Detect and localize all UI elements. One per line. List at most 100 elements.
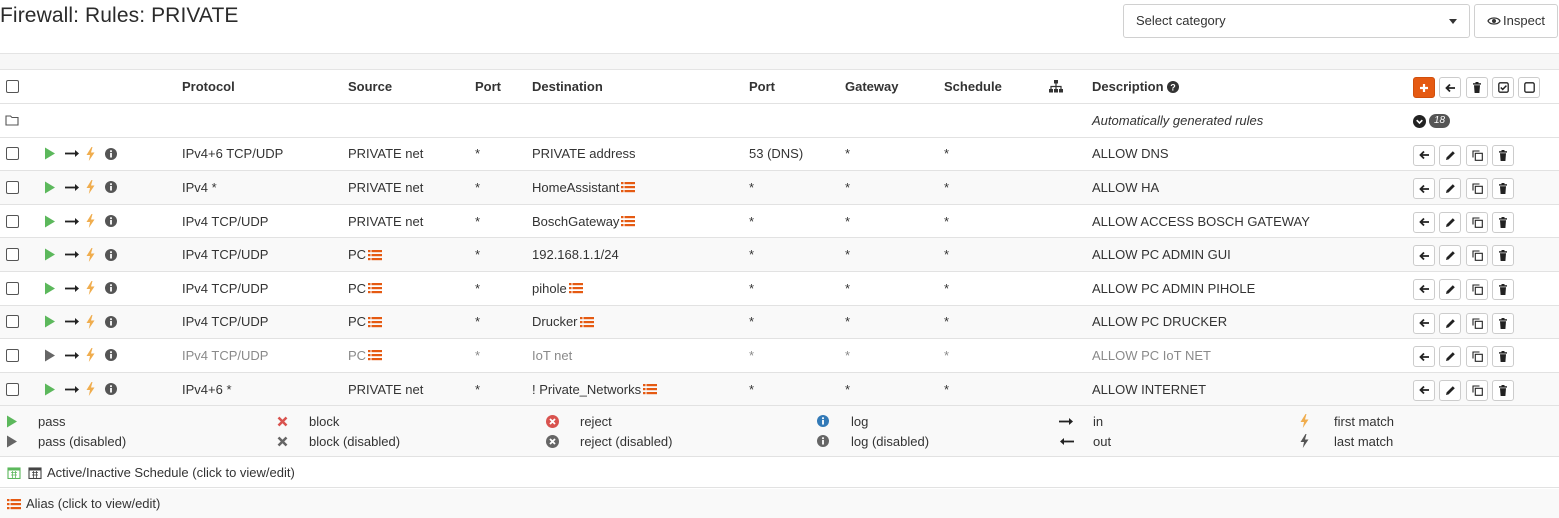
delete-rule-button[interactable] — [1492, 379, 1514, 401]
rule-source[interactable]: PC — [348, 247, 366, 262]
row-checkbox[interactable] — [6, 281, 19, 295]
header-source-port[interactable]: Port — [475, 70, 501, 103]
info-icon[interactable] — [105, 315, 117, 328]
table-row[interactable]: IPv4+6 TCP/UDP PRIVATE net * PRIVATE addres… — [0, 138, 1559, 172]
rule-destination[interactable]: ! Private_Networks — [532, 382, 641, 397]
move-before-button[interactable] — [1413, 312, 1435, 334]
rule-source[interactable]: PC — [348, 281, 366, 296]
edit-rule-button[interactable] — [1439, 346, 1461, 368]
disable-selected-button[interactable] — [1518, 77, 1540, 98]
edit-rule-button[interactable] — [1439, 245, 1461, 267]
header-protocol[interactable]: Protocol — [182, 70, 235, 103]
delete-rule-button[interactable] — [1492, 178, 1514, 200]
play-icon[interactable] — [44, 147, 56, 160]
auto-rules-group-row[interactable]: Automatically generated rules 18 — [0, 104, 1559, 138]
alias-list-icon[interactable] — [621, 215, 636, 227]
alias-list-icon[interactable] — [621, 181, 636, 193]
clone-rule-button[interactable] — [1466, 379, 1488, 401]
rule-destination[interactable]: Drucker — [532, 314, 578, 329]
enable-selected-button[interactable] — [1492, 77, 1514, 98]
header-dest-port[interactable]: Port — [749, 70, 775, 103]
edit-rule-button[interactable] — [1439, 144, 1461, 166]
delete-rule-button[interactable] — [1492, 278, 1514, 300]
table-row[interactable]: IPv4 TCP/UDP PC * pihole * * * ALLOW PC ADMIN P… — [0, 272, 1559, 306]
rule-destination[interactable]: BoschGateway — [532, 214, 619, 229]
info-icon[interactable] — [105, 383, 117, 396]
play-icon[interactable] — [44, 248, 56, 261]
clone-rule-button[interactable] — [1466, 144, 1488, 166]
table-row[interactable]: IPv4 TCP/UDP PC * Drucker * * * ALLOW PC DRUCKE… — [0, 305, 1559, 340]
clone-rule-button[interactable] — [1466, 211, 1488, 233]
move-before-button[interactable] — [1413, 346, 1435, 368]
question-icon[interactable]: ? — [1166, 80, 1179, 93]
table-row[interactable]: IPv4 * PRIVATE net * HomeAssistant * * * ALLOW … — [0, 171, 1559, 205]
inspect-button[interactable]: Inspect — [1474, 4, 1558, 38]
header-source[interactable]: Source — [348, 70, 392, 103]
move-before-button[interactable] — [1413, 211, 1435, 233]
clone-rule-button[interactable] — [1466, 312, 1488, 334]
delete-rule-button[interactable] — [1492, 144, 1514, 166]
rule-destination[interactable]: pihole — [532, 281, 567, 296]
header-description[interactable]: Description — [1092, 79, 1164, 94]
move-before-button[interactable] — [1413, 144, 1435, 166]
alias-list-icon[interactable] — [368, 282, 383, 294]
clone-rule-button[interactable] — [1466, 245, 1488, 267]
move-selected-button[interactable] — [1439, 77, 1461, 98]
row-checkbox[interactable] — [6, 180, 19, 194]
row-checkbox[interactable] — [6, 348, 19, 362]
delete-rule-button[interactable] — [1492, 346, 1514, 368]
alias-list-icon[interactable] — [368, 316, 383, 328]
info-icon[interactable] — [105, 282, 117, 295]
alias-list-icon[interactable] — [643, 383, 658, 395]
table-row[interactable]: IPv4+6 * PRIVATE net * ! Private_Networks * *… — [0, 372, 1559, 407]
table-row[interactable]: IPv4 TCP/UDP PC * 192.168.1.1/24 * * * ALLOW PC… — [0, 238, 1559, 272]
play-icon[interactable] — [44, 349, 56, 362]
expand-auto-rules-button[interactable]: 18 — [1413, 112, 1451, 130]
header-schedule[interactable]: Schedule — [944, 70, 1002, 103]
rule-source[interactable]: PC — [348, 348, 366, 363]
add-rule-button[interactable] — [1413, 77, 1435, 98]
delete-selected-button[interactable] — [1466, 77, 1488, 98]
edit-rule-button[interactable] — [1439, 379, 1461, 401]
row-checkbox[interactable] — [6, 248, 19, 262]
edit-rule-button[interactable] — [1439, 278, 1461, 300]
info-icon[interactable] — [105, 248, 117, 261]
clone-rule-button[interactable] — [1466, 346, 1488, 368]
info-icon[interactable] — [105, 349, 117, 362]
move-before-button[interactable] — [1413, 245, 1435, 267]
row-checkbox[interactable] — [6, 315, 19, 329]
play-icon[interactable] — [44, 315, 56, 328]
move-before-button[interactable] — [1413, 178, 1435, 200]
info-icon[interactable] — [105, 181, 117, 194]
rule-destination[interactable]: HomeAssistant — [532, 180, 619, 195]
row-checkbox[interactable] — [6, 214, 19, 228]
move-before-button[interactable] — [1413, 379, 1435, 401]
delete-rule-button[interactable] — [1492, 245, 1514, 267]
clone-rule-button[interactable] — [1466, 178, 1488, 200]
alias-list-icon[interactable] — [368, 249, 383, 261]
alias-list-icon[interactable] — [579, 316, 594, 328]
edit-rule-button[interactable] — [1439, 312, 1461, 334]
info-icon[interactable] — [105, 215, 117, 228]
play-icon[interactable] — [44, 383, 56, 396]
edit-rule-button[interactable] — [1439, 178, 1461, 200]
table-row[interactable]: IPv4 TCP/UDP PRIVATE net * BoschGateway * * * A… — [0, 205, 1559, 239]
move-before-button[interactable] — [1413, 278, 1435, 300]
info-icon[interactable] — [105, 147, 117, 160]
header-destination[interactable]: Destination — [532, 70, 603, 103]
delete-rule-button[interactable] — [1492, 312, 1514, 334]
clone-rule-button[interactable] — [1466, 278, 1488, 300]
select-all-checkbox[interactable] — [6, 80, 19, 93]
play-icon[interactable] — [44, 282, 56, 295]
delete-rule-button[interactable] — [1492, 211, 1514, 233]
alias-list-icon[interactable] — [368, 349, 383, 361]
edit-rule-button[interactable] — [1439, 211, 1461, 233]
play-icon[interactable] — [44, 215, 56, 228]
play-icon[interactable] — [44, 181, 56, 194]
header-gateway[interactable]: Gateway — [845, 70, 898, 103]
row-checkbox[interactable] — [6, 382, 19, 396]
alias-list-icon[interactable] — [568, 282, 583, 294]
row-checkbox[interactable] — [6, 147, 19, 161]
category-select[interactable]: Select category — [1123, 4, 1470, 38]
rule-source[interactable]: PC — [348, 314, 366, 329]
